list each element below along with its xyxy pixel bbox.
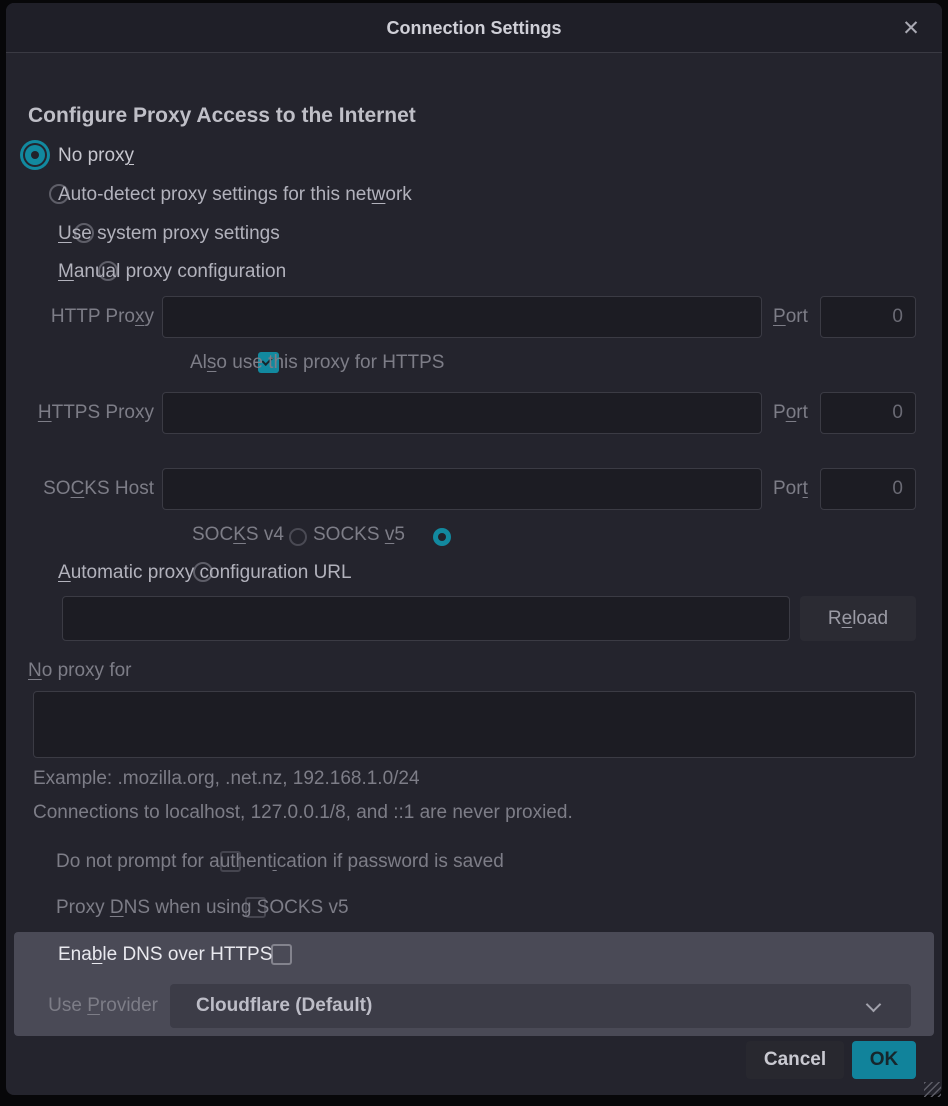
also-https-label[interactable]: Also use this proxy for HTTPS <box>190 352 444 374</box>
chevron-down-icon <box>866 997 882 1013</box>
radio-auto-detect-label[interactable]: Auto-detect proxy settings for this netw… <box>58 184 412 206</box>
socks-host-label: SOCKS Host <box>20 468 154 510</box>
close-icon[interactable]: ✕ <box>894 11 928 45</box>
titlebar: Connection Settings ✕ <box>6 3 942 53</box>
http-proxy-label: HTTP Proxy <box>20 296 154 338</box>
http-proxy-input[interactable] <box>162 296 762 338</box>
no-proxy-for-textarea[interactable] <box>33 691 916 758</box>
radio-no-proxy[interactable] <box>25 145 45 165</box>
no-proxy-for-label: No proxy for <box>28 660 132 682</box>
no-auth-prompt-label[interactable]: Do not prompt for authentication if pass… <box>56 851 504 873</box>
reload-button[interactable]: Reload <box>800 596 916 641</box>
localhost-note-text: Connections to localhost, 127.0.0.1/8, a… <box>33 802 573 824</box>
https-proxy-input[interactable] <box>162 392 762 434</box>
radio-auto-url-label[interactable]: Automatic proxy configuration URL <box>58 562 352 584</box>
use-provider-label: Use Provider <box>28 984 158 1028</box>
radio-inner-dot <box>31 151 39 159</box>
resize-grip[interactable] <box>924 1082 941 1097</box>
page-title: Configure Proxy Access to the Internet <box>28 104 416 128</box>
radio-manual-proxy-label[interactable]: Manual proxy configuration <box>58 261 286 283</box>
no-proxy-example-text: Example: .mozilla.org, .net.nz, 192.168.… <box>33 768 420 790</box>
provider-select[interactable]: Cloudflare (Default) <box>170 984 911 1028</box>
socks-port-input[interactable] <box>820 468 916 510</box>
enable-doh-label[interactable]: Enable DNS over HTTPS <box>58 944 272 966</box>
radio-no-proxy-label[interactable]: No proxy <box>58 145 134 167</box>
radio-socks-v5-label[interactable]: SOCKS v5 <box>313 524 405 546</box>
cancel-button[interactable]: Cancel <box>746 1041 844 1079</box>
enable-doh-checkbox[interactable] <box>271 944 292 965</box>
radio-socks-v5[interactable] <box>433 528 451 546</box>
socks-host-input[interactable] <box>162 468 762 510</box>
https-proxy-label: HTTPS Proxy <box>20 392 154 434</box>
http-port-input[interactable] <box>820 296 916 338</box>
auto-url-input[interactable] <box>62 596 790 641</box>
proxy-dns-socks5-label[interactable]: Proxy DNS when using SOCKS v5 <box>56 897 349 919</box>
radio-system-proxy-label[interactable]: Use system proxy settings <box>58 223 280 245</box>
ok-button[interactable]: OK <box>852 1041 916 1079</box>
dialog-title: Connection Settings <box>6 3 942 53</box>
https-port-input[interactable] <box>820 392 916 434</box>
http-port-label: Port <box>773 296 808 338</box>
connection-settings-dialog: Connection Settings ✕ Configure Proxy Ac… <box>0 0 948 1106</box>
radio-socks-v4-label[interactable]: SOCKS v4 <box>192 524 284 546</box>
socks-port-label: Port <box>773 468 808 510</box>
https-port-label: Port <box>773 392 808 434</box>
provider-selected-value: Cloudflare (Default) <box>196 984 372 1028</box>
radio-inner-dot <box>438 533 446 541</box>
